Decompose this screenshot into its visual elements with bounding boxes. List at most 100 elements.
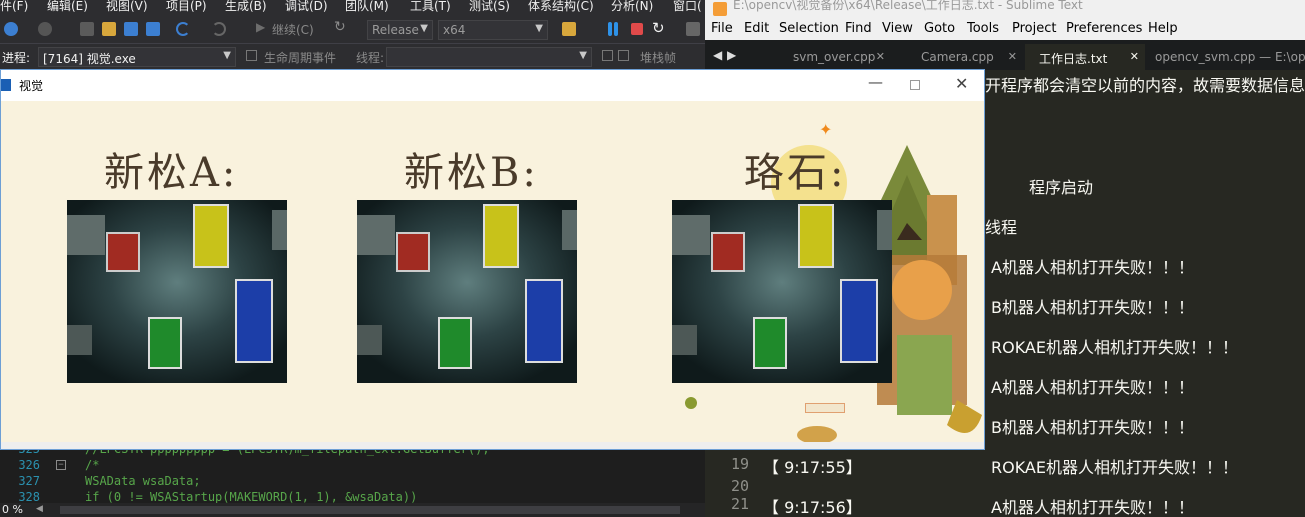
vs-menu-view[interactable]: 视图(V) (106, 0, 148, 14)
tab-scroll-left-icon[interactable]: ◀ (713, 48, 722, 62)
camera-view-siasun-b (357, 200, 577, 383)
menu-tools[interactable]: Tools (967, 21, 999, 36)
vs-menu-edit[interactable]: 编辑(E) (47, 0, 88, 14)
platform-value: x64 (443, 23, 466, 37)
menu-find[interactable]: Find (845, 21, 872, 36)
stop-icon[interactable] (631, 23, 643, 35)
vs-menu-tools[interactable]: 工具(T) (410, 0, 451, 14)
vs-menu-test[interactable]: 测试(S) (469, 0, 510, 14)
tab-scroll-right-icon[interactable]: ▶ (727, 48, 736, 62)
lifecycle-events-label[interactable]: 生命周期事件 (264, 49, 336, 66)
menu-preferences[interactable]: Preferences (1066, 21, 1142, 36)
vs-menu-project[interactable]: 项目(P) (166, 0, 207, 14)
configuration-select[interactable]: Release ▼ (367, 20, 433, 40)
redo-icon[interactable] (212, 22, 226, 36)
menu-selection[interactable]: Selection (779, 21, 839, 36)
dialog-title-bar[interactable]: 视觉 — ✕ (1, 70, 984, 101)
stack-frame-label: 堆栈帧 (640, 51, 677, 65)
lifecycle-icon[interactable] (246, 50, 257, 61)
log-header-text: 开程序都会清空以前的内容，故需要数据信息 (985, 76, 1305, 95)
vs-toolbar: ▶ 继续(C) ↻ Release ▼ x64 ▼ ↻ (0, 16, 705, 44)
log-program-start: 程序启动 (1029, 178, 1094, 197)
collapse-icon[interactable]: − (56, 460, 66, 470)
flag-icon[interactable] (602, 50, 613, 61)
dialog-bottom-edge (1, 442, 984, 449)
tab-opencv-svm[interactable]: opencv_svm.cpp — E:\opencv\ (1147, 44, 1305, 70)
log-line: B机器人相机打开失败！！！ (991, 418, 1194, 437)
scroll-left-icon[interactable]: ◀ (36, 504, 43, 514)
restart-debug-icon[interactable]: ↻ (652, 19, 665, 37)
fruit-icon (685, 397, 697, 409)
close-icon[interactable]: ✕ (1130, 50, 1139, 63)
horizontal-scrollbar[interactable] (60, 506, 680, 514)
tab-work-log[interactable]: 工作日志.txt ✕ (1025, 44, 1145, 70)
vs-code-editor[interactable]: 325//LPCSTR ppppppppp = (LPCSTR)m_filepa… (0, 442, 705, 504)
continue-button[interactable]: 继续(C) (272, 21, 314, 38)
continue-icon: ▶ (256, 20, 266, 34)
zoom-level[interactable]: 0 % (2, 503, 23, 516)
step-icon[interactable] (686, 22, 700, 36)
butterfly-icon: ✦ (819, 120, 833, 139)
vs-menu-bar: 件(F) 编辑(E) 视图(V) 项目(P) 生成(B) 调试(D) 团队(M)… (0, 0, 705, 16)
sublime-window-title: E:\opencv\视觉备份\x64\Release\工作日志.txt - Su… (733, 0, 1083, 12)
line-number: 327 (18, 474, 40, 488)
tab-svm-over[interactable]: svm_over.cpp ✕ (755, 44, 891, 70)
sublime-tab-bar: ◀ ▶ svm_over.cpp ✕ Camera.cpp ✕ 工作日志.txt ✕ … (705, 40, 1305, 70)
vs-menu-file[interactable]: 件(F) (0, 0, 28, 14)
letter-icon (805, 403, 845, 413)
code-text: /* (85, 458, 100, 472)
camera-view-siasun-a (67, 200, 287, 383)
menu-edit[interactable]: Edit (744, 21, 769, 36)
vs-editor-footer: 0 % ◀ (0, 503, 705, 517)
pause-icon[interactable] (608, 22, 612, 36)
close-icon[interactable]: ✕ (876, 50, 885, 63)
log-line: A机器人相机打开失败！！！ (991, 258, 1194, 277)
close-icon[interactable]: ✕ (1008, 50, 1017, 63)
line-number: 20 (730, 477, 749, 495)
thread-select[interactable]: ▼ (386, 47, 592, 67)
vs-menu-window[interactable]: 窗口( (673, 0, 702, 14)
sublime-title-bar: E:\opencv\视觉备份\x64\Release\工作日志.txt - Su… (705, 0, 1305, 18)
open-folder-icon[interactable] (102, 22, 116, 36)
code-text: WSAData wsaData; (85, 474, 201, 488)
menu-goto[interactable]: Goto (924, 21, 955, 36)
save-icon[interactable] (124, 22, 138, 36)
chevron-down-icon: ▼ (579, 50, 587, 61)
vs-menu-team[interactable]: 团队(M) (345, 0, 389, 14)
back-icon[interactable] (4, 22, 18, 36)
vs-menu-analyze[interactable]: 分析(N) (611, 0, 653, 14)
menu-file[interactable]: File (711, 21, 733, 36)
line-number: 21 (730, 495, 749, 513)
undo-icon[interactable] (176, 22, 190, 36)
restart-icon[interactable]: ↻ (334, 19, 346, 35)
menu-help[interactable]: Help (1148, 21, 1178, 36)
vs-menu-build[interactable]: 生成(B) (225, 0, 267, 14)
dialog-title: 视觉 (19, 79, 44, 93)
vs-menu-debug[interactable]: 调试(D) (285, 0, 328, 14)
forward-icon[interactable] (38, 22, 52, 36)
vs-debug-location-bar: 进程: [7164] 视觉.exe ▼ 生命周期事件 线程: ▼ 堆栈帧 (0, 44, 705, 70)
camera-image (357, 200, 577, 383)
process-select[interactable]: [7164] 视觉.exe ▼ (38, 47, 236, 67)
menu-project[interactable]: Project (1012, 21, 1056, 36)
minimize-button[interactable]: — (868, 73, 883, 91)
menu-view[interactable]: View (882, 21, 913, 36)
app-icon (1, 79, 11, 91)
save-all-icon[interactable] (146, 22, 160, 36)
platform-select[interactable]: x64 ▼ (438, 20, 548, 40)
log-line: A机器人相机打开失败！！！ (991, 498, 1194, 517)
camera-view-rokae (672, 200, 892, 383)
pause-icon-bar (614, 22, 618, 36)
new-project-icon[interactable] (80, 22, 94, 36)
find-icon[interactable] (562, 22, 576, 36)
close-button[interactable]: ✕ (955, 74, 968, 93)
panel-title-siasun-a: 新松A: (104, 150, 239, 196)
log-line: B机器人相机打开失败！！！ (991, 298, 1194, 317)
vs-menu-arch[interactable]: 体系结构(C) (528, 0, 594, 14)
camera-image (67, 200, 287, 383)
filter-icon[interactable] (618, 50, 629, 61)
log-line: ROKAE机器人相机打开失败！！！ (991, 458, 1238, 477)
tab-camera[interactable]: Camera.cpp ✕ (893, 44, 1023, 70)
maximize-button[interactable] (910, 80, 920, 90)
vision-dialog: 视觉 — ✕ 新松A: 新松B: 珞石: ✦ (0, 69, 985, 450)
